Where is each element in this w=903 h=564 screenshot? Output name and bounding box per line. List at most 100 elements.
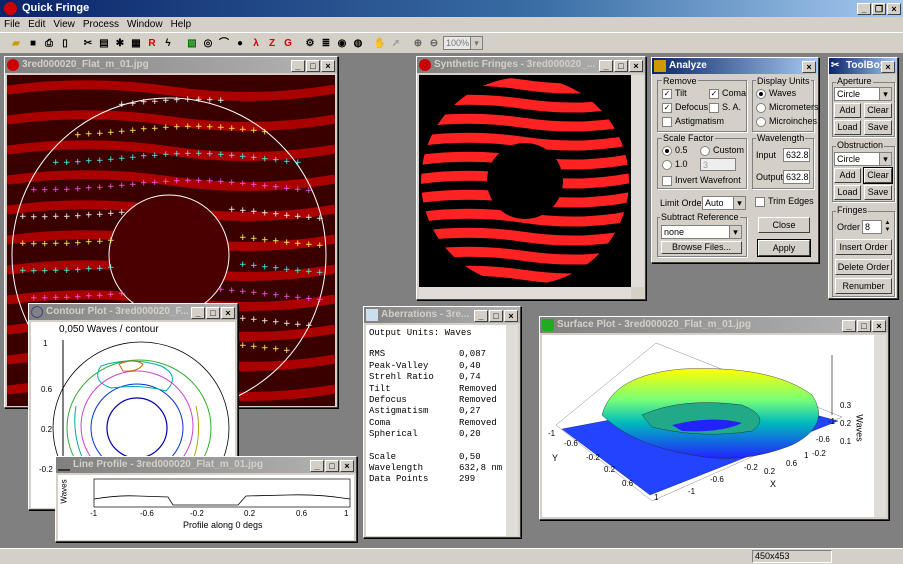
aperture-select[interactable]: Circle: [834, 87, 892, 101]
limit-order-select[interactable]: Auto: [702, 196, 746, 210]
fringe-point[interactable]: +: [206, 149, 214, 159]
fringe-point[interactable]: +: [96, 156, 104, 166]
close-button[interactable]: Close: [758, 217, 810, 233]
fringe-point[interactable]: +: [217, 177, 225, 187]
browse-files-button[interactable]: Browse Files...: [661, 241, 742, 254]
fringe-point[interactable]: +: [305, 213, 313, 223]
fringe-point[interactable]: +: [261, 289, 269, 299]
fringe-point[interactable]: +: [41, 185, 49, 195]
fringe-point[interactable]: +: [294, 293, 302, 303]
obstruction-add-button[interactable]: Add: [834, 168, 861, 183]
fringe-point[interactable]: +: [250, 315, 258, 325]
fringe-point[interactable]: +: [151, 97, 159, 107]
fringe-point[interactable]: +: [19, 266, 27, 276]
fringe-point[interactable]: +: [162, 96, 170, 106]
fringe-point[interactable]: +: [294, 212, 302, 222]
fringe-point[interactable]: +: [85, 157, 93, 167]
fringe-point[interactable]: +: [228, 286, 236, 296]
fringe-point[interactable]: +: [316, 295, 324, 305]
fringe-point[interactable]: +: [162, 150, 170, 160]
fringe-point[interactable]: +: [261, 181, 269, 191]
fringe-point[interactable]: +: [107, 128, 115, 138]
fringe-point[interactable]: +: [283, 346, 291, 356]
fringe-point[interactable]: +: [129, 180, 137, 190]
fringe-point[interactable]: +: [250, 153, 258, 163]
zoom-select[interactable]: 100%: [443, 36, 483, 50]
fringe-point[interactable]: +: [140, 152, 148, 162]
fringe-point[interactable]: +: [30, 185, 38, 195]
invert-checkbox[interactable]: [662, 176, 672, 186]
fringe-point[interactable]: +: [184, 95, 192, 105]
fringe-point[interactable]: +: [217, 150, 225, 160]
fringe-point[interactable]: +: [140, 125, 148, 135]
fringe-point[interactable]: +: [261, 262, 269, 272]
restore-button[interactable]: ❐: [872, 3, 886, 15]
settings-icon[interactable]: ⚙: [302, 36, 318, 51]
tools-icon[interactable]: ✂: [80, 36, 96, 51]
fringe-point[interactable]: +: [140, 179, 148, 189]
apply-button[interactable]: Apply: [757, 239, 811, 257]
fringe-point[interactable]: +: [250, 180, 258, 190]
horizontal-scrollbar[interactable]: [419, 287, 631, 299]
fringe-point[interactable]: +: [85, 211, 93, 221]
fringe-point[interactable]: +: [41, 239, 49, 249]
fringe-point[interactable]: +: [217, 123, 225, 133]
hand-icon[interactable]: ✋: [372, 36, 388, 51]
wave-icon[interactable]: ϟ: [160, 36, 176, 51]
r-icon[interactable]: R: [144, 36, 160, 51]
fringe-point[interactable]: +: [41, 212, 49, 222]
aperture-clear-button[interactable]: Clear: [864, 103, 892, 118]
fringe-point[interactable]: +: [140, 98, 148, 108]
minimize-button[interactable]: _: [599, 60, 613, 72]
fringe-point[interactable]: +: [195, 95, 203, 105]
fringe-point[interactable]: +: [52, 293, 60, 303]
fringe-point[interactable]: +: [261, 154, 269, 164]
fringe-point[interactable]: +: [74, 292, 82, 302]
micrometers-radio[interactable]: [756, 103, 766, 113]
fringe-point[interactable]: +: [283, 292, 291, 302]
fringe-point[interactable]: +: [96, 129, 104, 139]
fringe-point[interactable]: +: [239, 314, 247, 324]
maximize-button[interactable]: □: [325, 460, 339, 472]
fringe-point[interactable]: +: [239, 341, 247, 351]
anim-icon[interactable]: ◉: [334, 36, 350, 51]
fringe-point[interactable]: +: [250, 288, 258, 298]
fringe-point[interactable]: +: [118, 100, 126, 110]
minimize-button[interactable]: _: [474, 310, 488, 322]
fringe-point[interactable]: +: [173, 95, 181, 105]
menu-help[interactable]: Help: [167, 17, 196, 32]
aperture-load-button[interactable]: Load: [834, 120, 861, 135]
sa-checkbox[interactable]: [709, 103, 719, 113]
fringe-point[interactable]: +: [206, 176, 214, 186]
arrow-icon[interactable]: ➚: [388, 36, 404, 51]
profile-icon[interactable]: ⌒: [216, 36, 232, 51]
fringe-point[interactable]: +: [74, 157, 82, 167]
fringe-point[interactable]: +: [162, 177, 170, 187]
fringe-point[interactable]: +: [96, 264, 104, 274]
fringe-point[interactable]: +: [261, 208, 269, 218]
fringe-point[interactable]: +: [272, 156, 280, 166]
fringe-point[interactable]: +: [261, 316, 269, 326]
fringe-point[interactable]: +: [52, 212, 60, 222]
obstruction-clear-button[interactable]: Clear: [863, 167, 893, 184]
grid-icon[interactable]: ▦: [128, 36, 144, 51]
fringe-point[interactable]: +: [239, 125, 247, 135]
fringe-point[interactable]: +: [85, 184, 93, 194]
fringe-point[interactable]: +: [294, 266, 302, 276]
close-button[interactable]: ×: [802, 61, 816, 73]
fringe-point[interactable]: +: [228, 124, 236, 134]
fringe-point[interactable]: +: [118, 127, 126, 137]
microinches-radio[interactable]: [756, 117, 766, 127]
fringe-point[interactable]: +: [250, 207, 258, 217]
fringe-point[interactable]: +: [74, 238, 82, 248]
minimize-button[interactable]: _: [842, 320, 856, 332]
fringe-point[interactable]: +: [272, 183, 280, 193]
maximize-button[interactable]: □: [306, 60, 320, 72]
synth-icon[interactable]: ●: [232, 36, 248, 51]
fringe-point[interactable]: +: [52, 239, 60, 249]
wavelength-input[interactable]: 632.8: [783, 148, 810, 162]
fringe-point[interactable]: +: [272, 210, 280, 220]
fringe-point[interactable]: +: [52, 185, 60, 195]
fringe-point[interactable]: +: [74, 130, 82, 140]
maximize-button[interactable]: □: [206, 307, 220, 319]
